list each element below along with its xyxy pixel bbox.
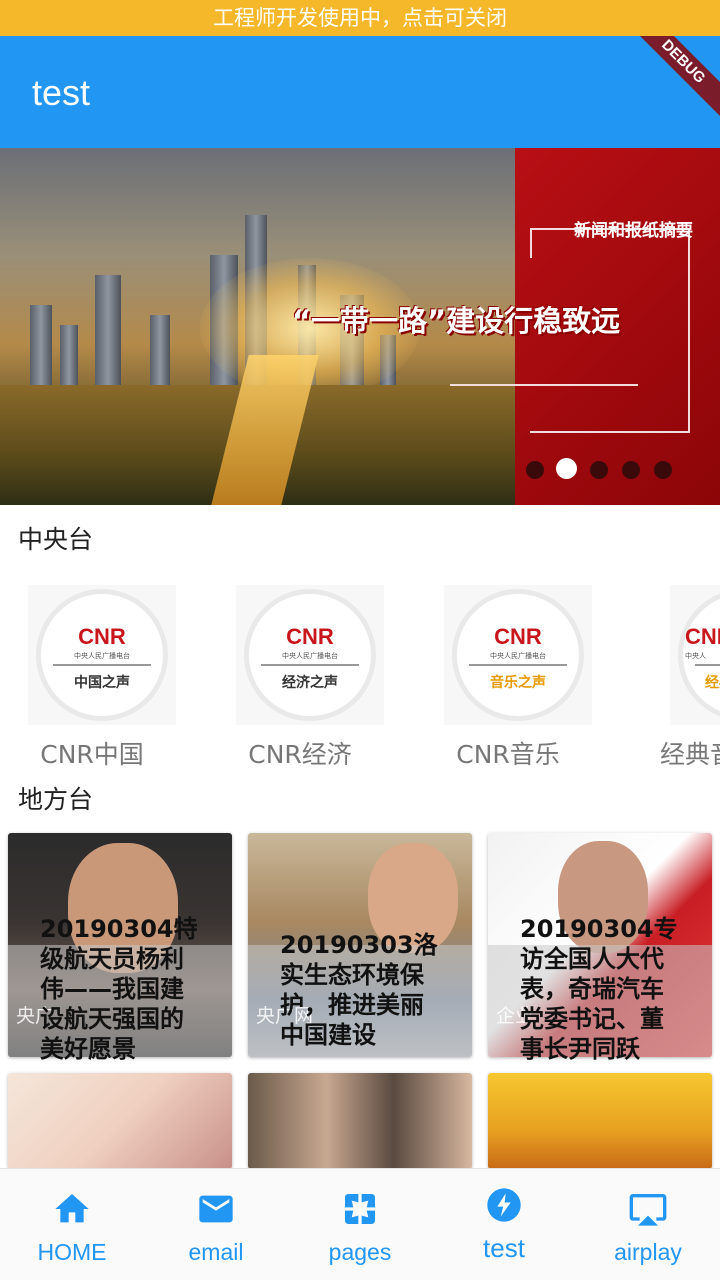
bottom-navigation: HOME email pages test airplay: [0, 1168, 720, 1280]
banner-carousel[interactable]: 新闻和报纸摘要 “一带一路”建设行稳致远: [0, 148, 720, 505]
card-photo: [488, 1073, 712, 1169]
carousel-dot[interactable]: [654, 461, 672, 479]
app-title: test: [32, 72, 91, 113]
pages-icon: [345, 1194, 375, 1224]
carousel-dot[interactable]: [526, 461, 544, 479]
banner-headline: “一带一路”建设行稳致远: [292, 304, 621, 338]
station-item[interactable]: CNR 中央人民广播电台 中国之声 CNR中国: [2, 585, 182, 775]
card-title: 20190304特级航天员杨利伟——我国建设航天强国的美好愿景: [40, 915, 198, 1063]
card-title: 20190303洛实生态环境保护，推进美丽中国建设: [280, 931, 438, 1049]
carousel-dot[interactable]: [622, 461, 640, 479]
station-logo: CNR 中央人民广播电台 音乐之声: [444, 585, 592, 725]
debug-banner: DEBUG: [614, 36, 720, 131]
section-title-local: 地方台: [18, 785, 94, 814]
nav-item-email[interactable]: email: [144, 1169, 288, 1280]
program-card[interactable]: [248, 1073, 472, 1169]
nav-item-home[interactable]: HOME: [0, 1169, 144, 1280]
nav-item-pages[interactable]: pages: [288, 1169, 432, 1280]
station-label: CNR中国: [40, 740, 144, 769]
station-item[interactable]: CNR 中央人民广播电台 音乐之声 CNR音乐: [418, 585, 598, 775]
station-logo: CNR 中央人民广播电台 中国之声: [28, 585, 176, 725]
program-card[interactable]: [488, 1073, 712, 1169]
card-title: 20190304专访全国人大代表，奇瑞汽车党委书记、董事长尹同跃: [520, 915, 678, 1063]
station-item[interactable]: CNR 中央人 经典 经典音: [626, 585, 720, 775]
station-item[interactable]: CNR 中央人民广播电台 经济之声 CNR经济: [210, 585, 390, 775]
nav-label: HOME: [37, 1239, 107, 1265]
station-label: CNR音乐: [456, 740, 560, 769]
station-logo: CNR 中央人 经典: [670, 585, 720, 725]
program-card[interactable]: [8, 1073, 232, 1169]
nav-item-test[interactable]: test: [432, 1169, 576, 1280]
nav-label: email: [188, 1239, 244, 1265]
card-photo: [8, 1073, 232, 1169]
nav-label: test: [483, 1233, 525, 1263]
carousel-dot[interactable]: [590, 461, 608, 479]
flash-icon: [487, 1188, 521, 1222]
station-logo: CNR 中央人民广播电台 经济之声: [236, 585, 384, 725]
app-bar: test DEBUG: [0, 36, 720, 148]
banner-kicker: 新闻和报纸摘要: [574, 221, 693, 241]
section-title-central: 中央台: [18, 525, 94, 554]
nav-label: pages: [328, 1239, 392, 1265]
carousel-dot-active[interactable]: [556, 458, 577, 479]
home-icon: [55, 1194, 89, 1223]
nav-label: airplay: [614, 1239, 682, 1265]
card-photo: [248, 1073, 472, 1169]
developer-notice-bar[interactable]: 工程师开发使用中，点击可关闭: [0, 0, 720, 36]
nav-item-airplay[interactable]: airplay: [576, 1169, 720, 1280]
airplay-icon: [629, 1194, 667, 1226]
email-icon: [199, 1195, 233, 1223]
station-label: 经典音: [660, 740, 720, 769]
station-label: CNR经济: [248, 740, 352, 769]
